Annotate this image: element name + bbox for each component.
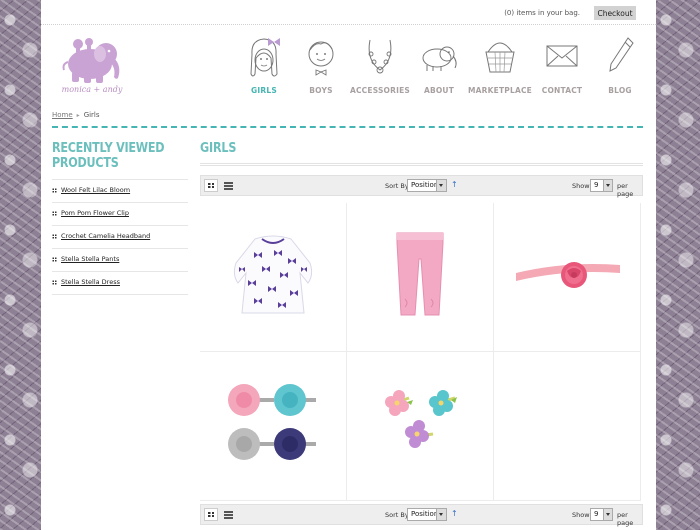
sort-select-value: Position bbox=[411, 510, 439, 518]
product-card-butterfly-print-dress[interactable] bbox=[200, 203, 347, 352]
nav-item-contact[interactable]: CONTACT bbox=[529, 34, 595, 98]
pencil-icon bbox=[609, 37, 634, 72]
left-decorative-pattern bbox=[0, 0, 41, 530]
nav-item-boys[interactable]: BOYS bbox=[288, 34, 354, 98]
girl-face-icon bbox=[250, 38, 280, 77]
per-page-label: per page bbox=[617, 511, 634, 527]
recently-viewed-link[interactable]: Stella Stella Pants bbox=[61, 255, 119, 263]
recently-viewed-link[interactable]: Wool Felt Lilac Bloom bbox=[61, 186, 130, 194]
nav-label-blog: BLOG bbox=[608, 86, 632, 95]
recently-viewed-link[interactable]: Stella Stella Dress bbox=[61, 278, 120, 286]
chevron-down-icon bbox=[603, 180, 612, 191]
top-bar: (0) items in your bag. Checkout bbox=[41, 0, 656, 25]
recently-viewed-link[interactable]: Crochet Camelia Headband bbox=[61, 232, 150, 240]
chevron-down-icon bbox=[603, 509, 612, 520]
product-image-headband bbox=[516, 262, 620, 288]
bullet-icon bbox=[52, 234, 57, 239]
nav-item-marketplace[interactable]: MARKETPLACE bbox=[467, 34, 533, 98]
sort-label: Sort By bbox=[385, 511, 409, 519]
right-decorative-pattern bbox=[656, 0, 700, 530]
sort-select[interactable]: Position bbox=[407, 179, 447, 192]
logo-text: monica + andy bbox=[61, 85, 123, 94]
nav-label-about: ABOUT bbox=[423, 86, 455, 95]
chevron-down-icon bbox=[436, 509, 446, 520]
bullet-icon bbox=[52, 257, 57, 262]
sort-label: Sort By bbox=[385, 182, 409, 190]
grid-view-icon[interactable] bbox=[204, 508, 218, 521]
recently-viewed-block: RECENTLY VIEWED PRODUCTS Wool Felt Lilac… bbox=[52, 141, 188, 295]
nav-item-accessories[interactable]: ACCESSORIES bbox=[347, 34, 413, 98]
product-card-headband[interactable] bbox=[494, 203, 641, 352]
boy-face-icon bbox=[308, 41, 334, 76]
list-item: Crochet Camelia Headband bbox=[52, 226, 188, 249]
envelope-icon bbox=[546, 45, 578, 67]
list-item: Stella Stella Dress bbox=[52, 272, 188, 295]
header-divider bbox=[52, 126, 643, 128]
basket-icon bbox=[485, 42, 515, 73]
up-arrow-icon[interactable]: ↑ bbox=[451, 509, 458, 518]
nav-item-blog[interactable]: BLOG bbox=[587, 34, 653, 98]
product-card-pink-pants[interactable] bbox=[347, 203, 494, 352]
page-title: GIRLS bbox=[200, 141, 237, 156]
product-grid-empty-cell bbox=[494, 352, 641, 501]
breadcrumb-current: Girls bbox=[83, 111, 100, 119]
toolbar-bottom: Sort By Position ↑ Show 9 per page bbox=[200, 504, 643, 527]
sort-select-value: Position bbox=[411, 181, 439, 189]
limit-select-value: 9 bbox=[594, 181, 599, 189]
main-nav: GIRLS BOYS ACCESSORIES ABOUT MARKETPLACE… bbox=[231, 34, 641, 98]
product-image-pom-pom-clips bbox=[385, 390, 457, 448]
recently-viewed-title-line2: PRODUCTS bbox=[52, 156, 119, 171]
per-page-label: per page bbox=[617, 182, 634, 198]
nav-item-about[interactable]: ABOUT bbox=[406, 34, 472, 98]
nav-label-boys: BOYS bbox=[309, 86, 333, 95]
list-view-icon[interactable] bbox=[224, 182, 233, 190]
list-item: Pom Pom Flower Clip bbox=[52, 203, 188, 226]
limit-select[interactable]: 9 bbox=[590, 179, 613, 192]
breadcrumb-separator-icon: ▸ bbox=[76, 112, 80, 119]
nav-label-marketplace: MARKETPLACE bbox=[467, 86, 532, 95]
list-item: Wool Felt Lilac Bloom bbox=[52, 180, 188, 203]
nav-label-contact: CONTACT bbox=[541, 86, 583, 95]
product-card-pom-pom-clips[interactable] bbox=[347, 352, 494, 501]
toolbar-top: Sort By Position ↑ Show 9 per page bbox=[200, 175, 643, 198]
limit-select[interactable]: 9 bbox=[590, 508, 613, 521]
bullet-icon bbox=[52, 211, 57, 216]
product-image-pants bbox=[396, 232, 444, 316]
breadcrumb: Home ▸ Girls bbox=[52, 111, 100, 119]
title-divider bbox=[200, 165, 643, 166]
title-divider bbox=[200, 163, 643, 164]
nav-label-accessories: ACCESSORIES bbox=[349, 86, 411, 95]
breadcrumb-home-link[interactable]: Home bbox=[52, 111, 73, 119]
product-grid bbox=[200, 203, 643, 501]
show-label: Show bbox=[572, 182, 590, 190]
bag-status: (0) items in your bag. bbox=[504, 9, 580, 17]
recently-viewed-title-line1: RECENTLY VIEWED bbox=[52, 141, 165, 156]
bullet-icon bbox=[52, 188, 57, 193]
bullet-icon bbox=[52, 280, 57, 285]
chevron-down-icon bbox=[436, 180, 446, 191]
recently-viewed-list: Wool Felt Lilac Bloom Pom Pom Flower Cli… bbox=[52, 179, 188, 295]
logo[interactable]: monica + andy bbox=[56, 32, 128, 98]
checkout-button[interactable]: Checkout bbox=[594, 6, 636, 20]
up-arrow-icon[interactable]: ↑ bbox=[451, 180, 458, 189]
sort-select[interactable]: Position bbox=[407, 508, 447, 521]
product-image-felt-clips bbox=[228, 384, 316, 460]
elephant-logo-icon bbox=[62, 38, 120, 83]
product-image-dress bbox=[233, 235, 313, 314]
recently-viewed-link[interactable]: Pom Pom Flower Clip bbox=[61, 209, 129, 217]
recently-viewed-title: RECENTLY VIEWED PRODUCTS bbox=[52, 141, 169, 171]
category-content: GIRLS Sort By Position ↑ Show 9 per page bbox=[200, 141, 643, 527]
product-card-felt-flower-clips[interactable] bbox=[200, 352, 347, 501]
list-view-icon[interactable] bbox=[224, 511, 233, 519]
necklace-icon bbox=[368, 39, 392, 74]
grid-view-icon[interactable] bbox=[204, 179, 218, 192]
limit-select-value: 9 bbox=[594, 510, 599, 518]
page-container: (0) items in your bag. Checkout monica +… bbox=[41, 0, 656, 530]
list-item: Stella Stella Pants bbox=[52, 249, 188, 272]
show-label: Show bbox=[572, 511, 590, 519]
elephant-icon bbox=[422, 46, 457, 71]
